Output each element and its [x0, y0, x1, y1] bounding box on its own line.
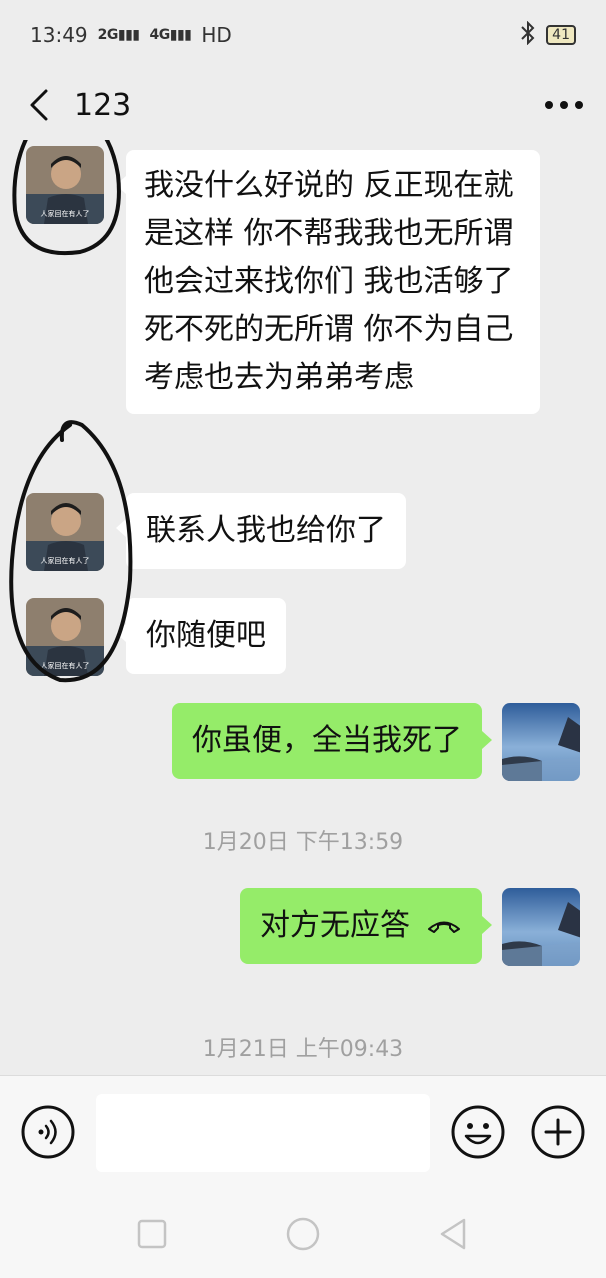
message-bubble-received[interactable]: 你随便吧	[116, 598, 286, 674]
message-text: 联系人我也给你了	[146, 513, 386, 548]
chat-area[interactable]: 人家回在有人了 我没什么好说的 反正现在就是这样 你不帮我我也无所谓 他会过来找…	[0, 140, 606, 1075]
timestamp-separator: 1月21日 上午09:43	[202, 1037, 404, 1062]
avatar-caption: 人家回在有人了	[41, 661, 90, 670]
signal-4g-label: 4G	[149, 27, 171, 43]
message-bubble-sent[interactable]: 对方无应答	[240, 888, 492, 964]
battery-level: 41	[552, 27, 570, 43]
contact-avatar[interactable]: 人家回在有人了	[26, 598, 104, 676]
signal-2g-label: 2G	[97, 27, 119, 43]
message-text: 我没什么好说的 反正现在就是这样 你不帮我我也无所谓 他会过来找你们 我也活够了…	[144, 168, 514, 395]
message-bubble-received[interactable]: 我没什么好说的 反正现在就是这样 你不帮我我也无所谓 他会过来找你们 我也活够了…	[116, 150, 540, 414]
home-icon[interactable]	[285, 1216, 321, 1252]
back-chevron-icon[interactable]	[20, 87, 56, 123]
status-left: 13:49 2G▮▮▮ 4G▮▮▮ HD	[30, 23, 232, 47]
chat-title: 123	[74, 87, 132, 123]
bluetooth-icon	[520, 20, 536, 50]
my-avatar[interactable]	[502, 888, 580, 966]
emoji-icon[interactable]	[450, 1104, 506, 1160]
avatar-caption: 人家回在有人了	[41, 556, 90, 565]
input-bar	[0, 1075, 606, 1190]
timestamp-separator: 1月20日 下午13:59	[202, 830, 404, 855]
more-dots-icon[interactable]	[542, 87, 586, 123]
hd-indicator: HD	[201, 23, 232, 47]
voice-icon[interactable]	[20, 1104, 76, 1160]
contact-avatar[interactable]: 人家回在有人了	[26, 146, 104, 224]
status-right: 41	[520, 20, 576, 50]
battery-icon: 41	[546, 25, 576, 45]
hangup-phone-icon	[426, 902, 462, 950]
message-text: 对方无应答	[260, 908, 410, 943]
back-triangle-icon[interactable]	[436, 1216, 472, 1252]
message-text: 你虽便，全当我死了	[192, 723, 462, 758]
message-bubble-sent[interactable]: 你虽便，全当我死了	[172, 703, 492, 779]
plus-icon[interactable]	[530, 1104, 586, 1160]
chat-header: 123	[0, 70, 606, 140]
status-time: 13:49	[30, 23, 88, 47]
my-avatar[interactable]	[502, 703, 580, 781]
recent-apps-icon[interactable]	[134, 1216, 170, 1252]
signal-4g: 4G▮▮▮	[149, 27, 192, 43]
signal-2g: 2G▮▮▮	[97, 27, 140, 43]
status-bar: 13:49 2G▮▮▮ 4G▮▮▮ HD 41	[0, 0, 606, 70]
avatar-caption: 人家回在有人了	[41, 209, 90, 218]
system-nav-bar	[0, 1190, 606, 1278]
contact-avatar[interactable]: 人家回在有人了	[26, 493, 104, 571]
message-text: 你随便吧	[146, 618, 266, 653]
message-bubble-received[interactable]: 联系人我也给你了	[116, 493, 406, 569]
message-input[interactable]	[96, 1094, 430, 1172]
